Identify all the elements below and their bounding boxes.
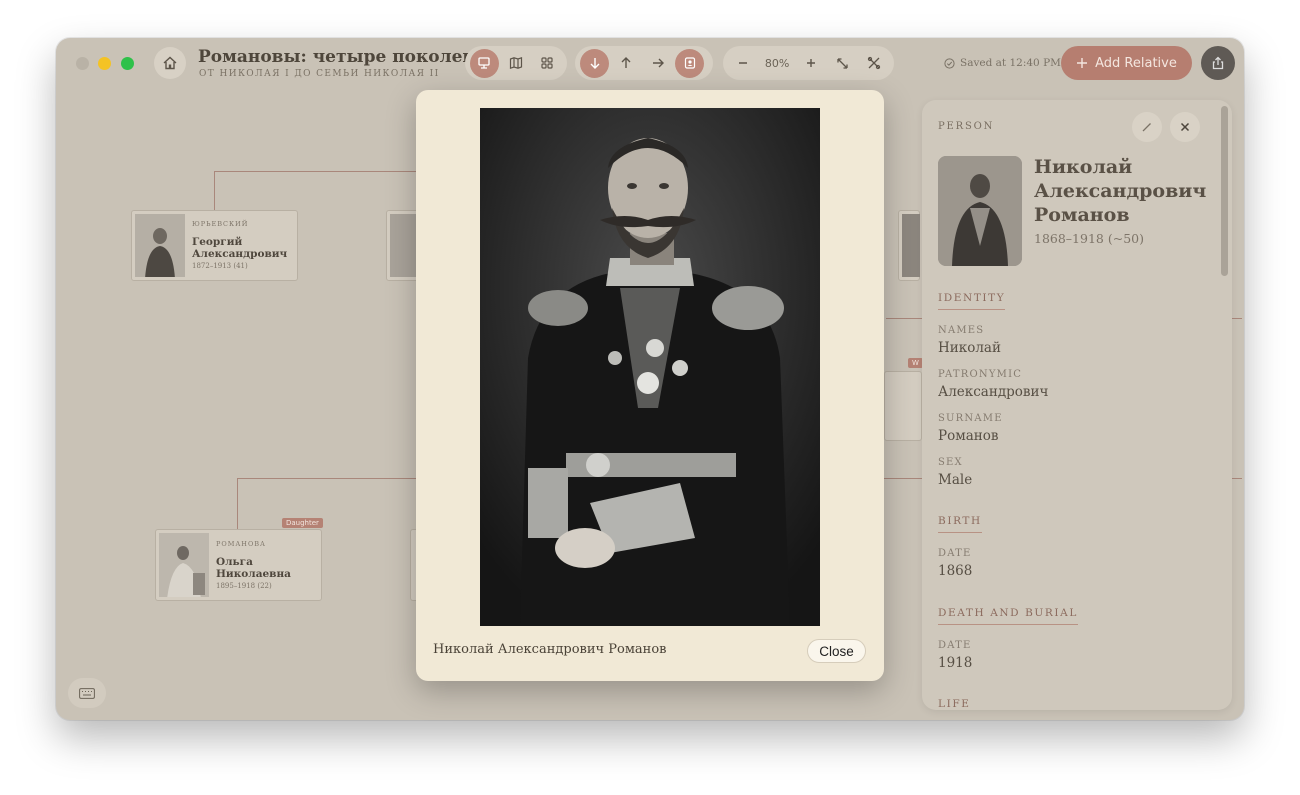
person-card[interactable]: ЮРЬЕВСКИЙ Георгий Александрович 1872–191… (131, 210, 298, 281)
plus-icon (1077, 58, 1088, 68)
arrow-up-icon (621, 57, 631, 68)
up-arrow-button[interactable] (611, 49, 641, 77)
person-card[interactable] (884, 371, 922, 441)
field-death-date: 1918 (938, 655, 973, 671)
section-life: LIFE (938, 698, 971, 710)
person-name: Ольга Николаевна (216, 556, 291, 580)
portrait-photo (480, 108, 820, 626)
photo-viewer-dialog: Николай Александрович Романов Close (416, 90, 884, 681)
field-label: SURNAME (938, 413, 1003, 424)
view-mode-group (465, 46, 567, 80)
edit-person-button[interactable] (1132, 112, 1162, 142)
add-relative-label: Add Relative (1095, 55, 1177, 71)
person-dates: 1872–1913 (41) (192, 262, 248, 270)
down-arrow-button[interactable] (580, 48, 609, 78)
person-card-button[interactable] (675, 48, 704, 78)
expand-icon (837, 57, 849, 69)
person-full-name: Николай Александрович Романов (1034, 156, 1207, 226)
map-icon (509, 56, 522, 70)
person-card[interactable] (898, 210, 920, 281)
home-icon (163, 56, 177, 70)
window-minimize-button[interactable] (98, 57, 111, 70)
plus-icon (807, 59, 816, 67)
pencil-icon (1142, 123, 1151, 132)
window-maximize-button[interactable] (121, 57, 134, 70)
arrow-right-icon (653, 58, 664, 68)
zoom-in-button[interactable] (797, 49, 826, 77)
field-label: SEX (938, 457, 963, 468)
minus-icon (738, 62, 747, 64)
panel-kicker: PERSON (938, 121, 995, 132)
add-relative-button[interactable]: Add Relative (1061, 46, 1192, 80)
person-card[interactable]: РОМАНОВА Ольга Николаевна 1895–1918 (22) (155, 529, 322, 601)
contact-card-icon (684, 57, 695, 69)
field-label: PATRONYMIC (938, 369, 1023, 380)
tree-connector (237, 478, 238, 529)
close-icon (1180, 122, 1190, 132)
person-surname: РОМАНОВА (216, 540, 266, 548)
navigation-group (575, 46, 713, 80)
person-portrait[interactable] (938, 156, 1022, 266)
field-names: Николай (938, 340, 1001, 356)
field-patronymic: Александрович (938, 384, 1049, 400)
person-name: Георгий Александрович (192, 236, 288, 260)
person-photo (902, 214, 920, 277)
zoom-out-button[interactable] (728, 49, 757, 77)
field-label: DATE (938, 640, 972, 651)
person-photo (135, 214, 185, 277)
tools-icon (868, 56, 881, 70)
save-status: Saved at 12:40 PM (944, 57, 1061, 69)
field-birth-date: 1868 (938, 563, 973, 579)
keyboard-icon (79, 687, 95, 699)
save-status-text: Saved at 12:40 PM (960, 57, 1061, 69)
zoom-group: 80% (723, 46, 894, 80)
relationship-badge: W (908, 358, 923, 368)
field-sex: Male (938, 472, 973, 488)
person-dates: 1895–1918 (22) (216, 582, 272, 590)
map-view-button[interactable] (501, 49, 531, 77)
share-icon (1212, 56, 1224, 70)
photo-caption: Николай Александрович Романов (433, 642, 667, 657)
tools-button[interactable] (860, 49, 889, 77)
home-button[interactable] (154, 47, 186, 79)
section-death: DEATH AND BURIAL (938, 607, 1078, 625)
fit-to-screen-button[interactable] (828, 49, 857, 77)
tree-connector (214, 171, 215, 210)
right-arrow-button[interactable] (643, 49, 673, 77)
document-subtitle: ОТ НИКОЛАЯ I ДО СЕМЬИ НИКОЛАЯ II (199, 69, 440, 79)
grid-view-button[interactable] (532, 49, 562, 77)
tree-view-icon (478, 57, 490, 69)
person-lifespan: 1868–1918 (~50) (1034, 231, 1144, 246)
window-close-button[interactable] (76, 57, 89, 70)
field-label: NAMES (938, 325, 985, 336)
document-title[interactable]: Романовы: четыре поколени… (198, 47, 504, 67)
field-surname: Романов (938, 428, 999, 444)
grid-icon (541, 57, 553, 69)
close-dialog-button[interactable]: Close (807, 639, 866, 663)
person-detail-panel: PERSON Николай Александрович Романов 186… (922, 100, 1232, 710)
field-label: DATE (938, 548, 972, 559)
relationship-badge: Daughter (282, 518, 323, 528)
tree-view-button[interactable] (470, 48, 499, 78)
keyboard-shortcuts-button[interactable] (68, 678, 106, 708)
share-button[interactable] (1201, 46, 1235, 80)
person-surname: ЮРЬЕВСКИЙ (192, 220, 249, 228)
section-identity: IDENTITY (938, 292, 1006, 310)
arrow-down-icon (590, 58, 599, 69)
section-birth: BIRTH (938, 515, 982, 533)
close-panel-button[interactable] (1170, 112, 1200, 142)
person-photo (159, 533, 209, 597)
check-circle-icon (944, 57, 955, 69)
zoom-level: 80% (764, 56, 790, 70)
